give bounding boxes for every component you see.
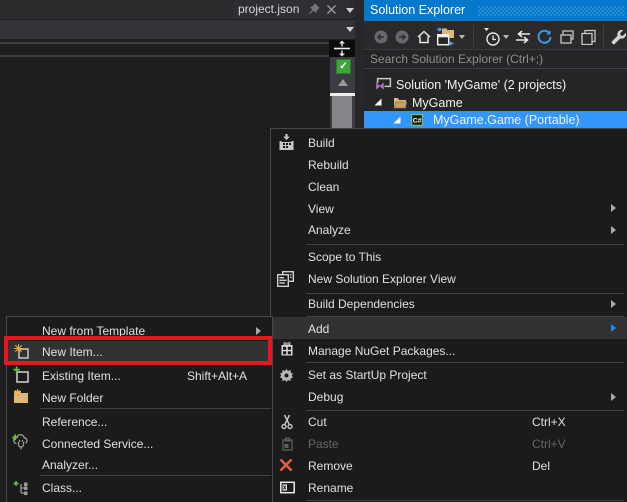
svg-text:C#: C#	[413, 118, 422, 125]
